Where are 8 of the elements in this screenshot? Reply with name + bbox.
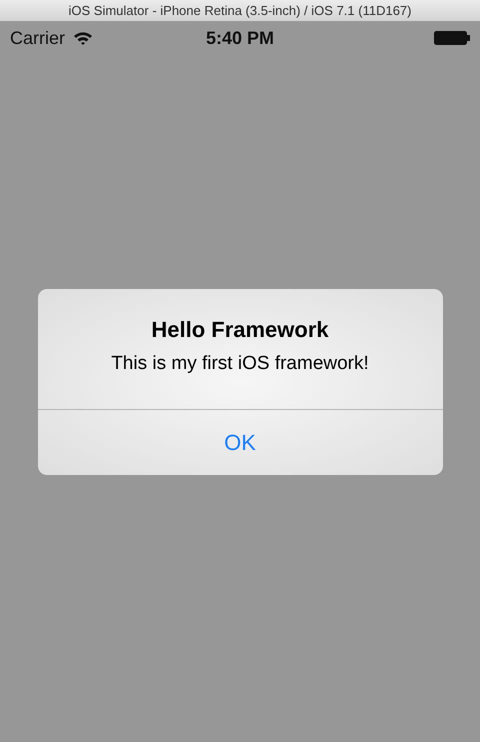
window-title: iOS Simulator - iPhone Retina (3.5-inch) / iOS 7.1 (11D167) — [68, 3, 412, 18]
alert-message: This is my first iOS framework! — [111, 353, 369, 375]
clock-time: 5:40 PM — [206, 28, 274, 48]
alert-title: Hello Framework — [151, 317, 329, 343]
wifi-icon — [73, 30, 94, 46]
battery-icon — [434, 31, 470, 45]
carrier-label: Carrier — [10, 28, 66, 48]
ok-button[interactable]: OK — [38, 410, 442, 475]
